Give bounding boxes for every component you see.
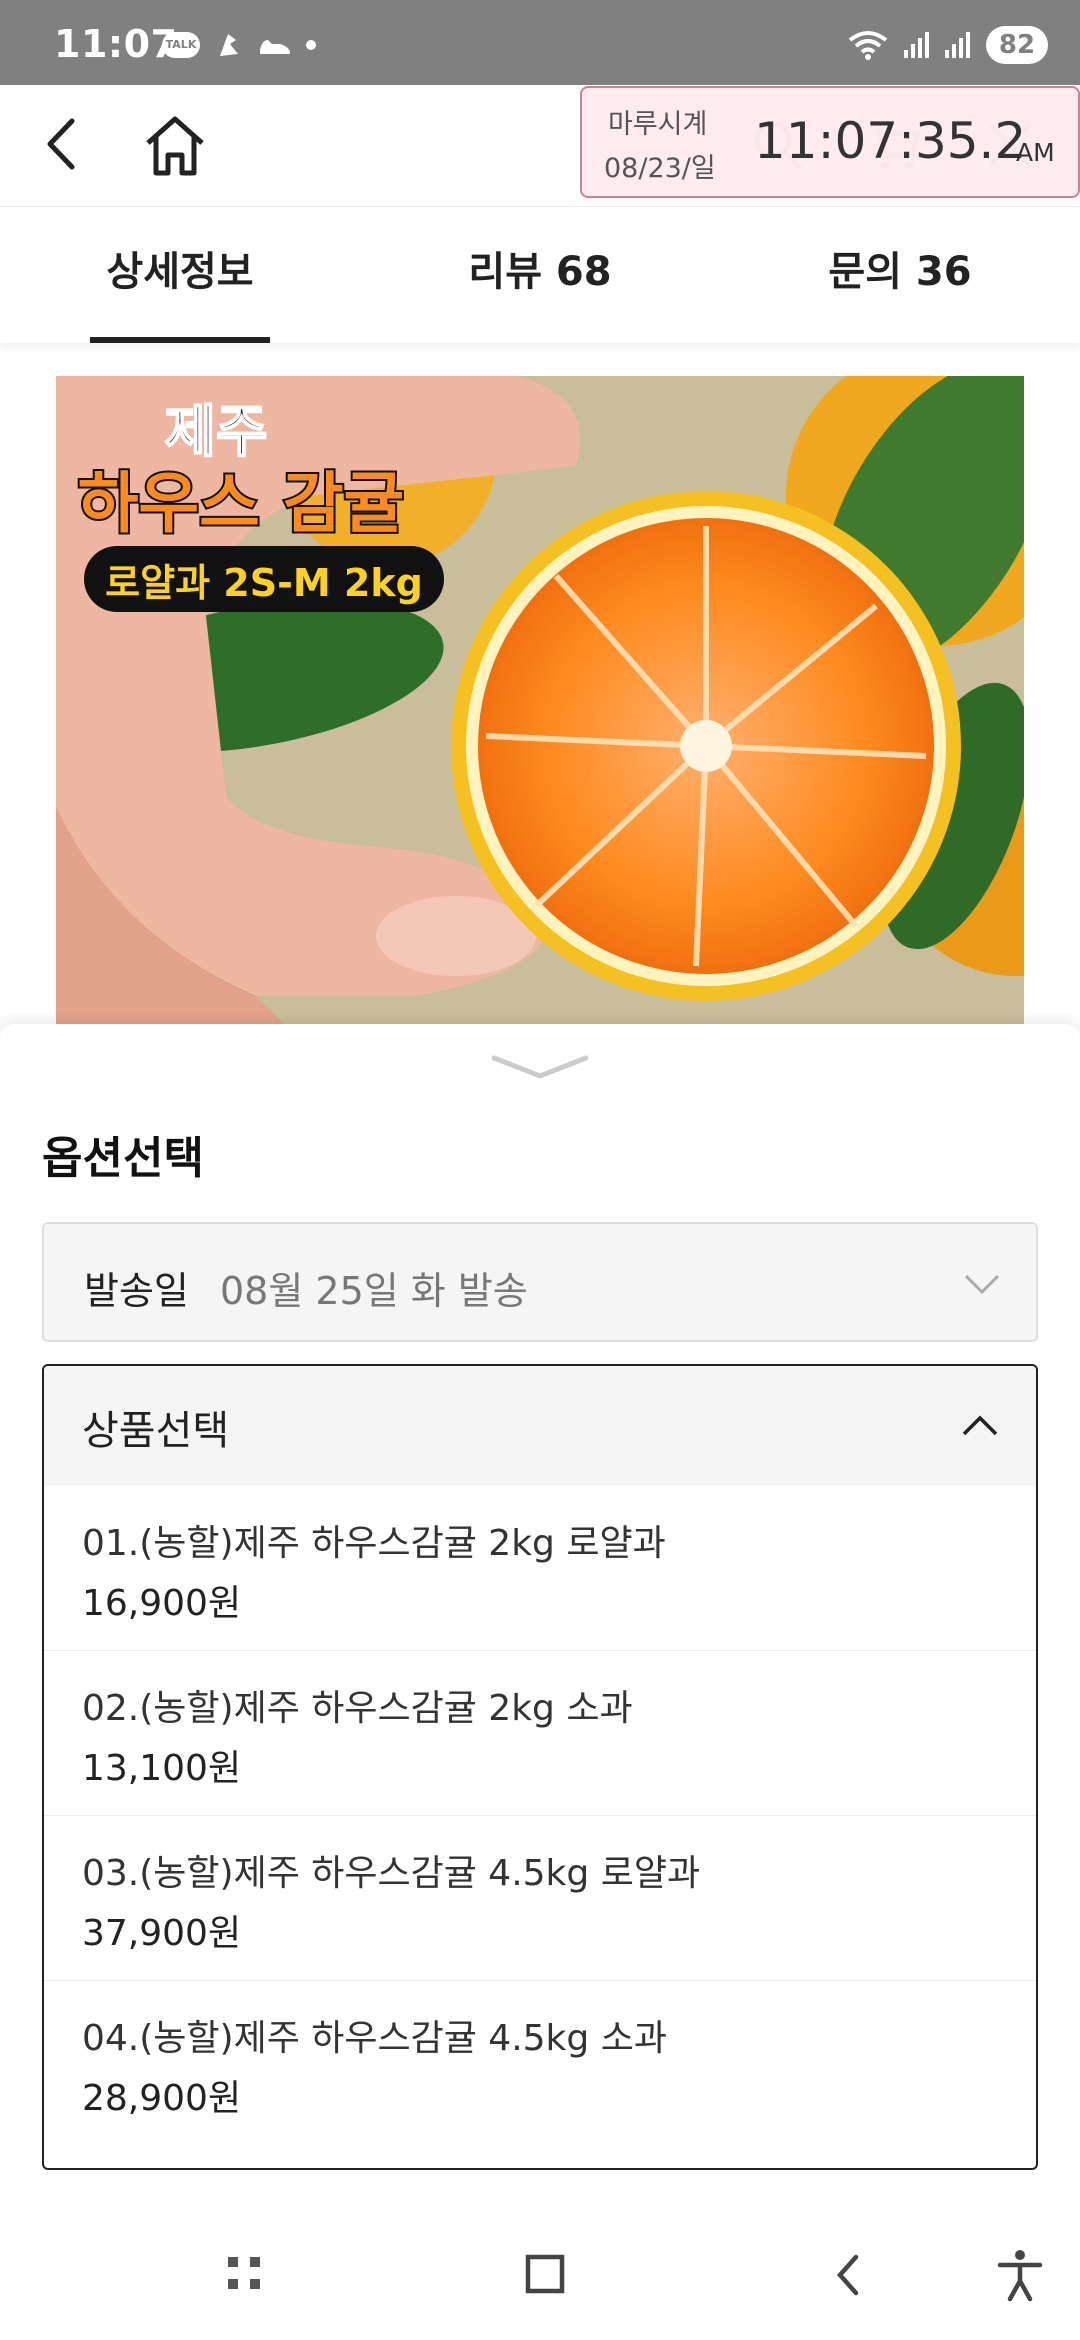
- clock-overlay[interactable]: 마루시계 08/23/일 11:07:35.2 AM: [580, 86, 1080, 198]
- option-title: 옵션선택: [42, 1133, 204, 1184]
- system-icons: 82: [848, 26, 1048, 64]
- back-icon[interactable]: [34, 109, 94, 179]
- product-select: 상품선택 01.(농할)제주 하우스감귤 2kg 로얄과 16,900원 02.…: [42, 1364, 1038, 2170]
- option-name: 04.(농할)제주 하우스감귤 4.5kg 소과: [82, 2018, 667, 2059]
- product-option[interactable]: 01.(농할)제주 하우스감귤 2kg 로얄과 16,900원: [44, 1486, 1036, 1651]
- product-select-header[interactable]: 상품선택: [44, 1366, 1036, 1486]
- image-title-top: 제주: [164, 400, 267, 465]
- clock-ampm: AM: [1016, 138, 1055, 167]
- signal-icon-2: [945, 32, 970, 58]
- image-title-main: 하우스 감귤: [78, 465, 405, 542]
- tab-detail-info[interactable]: 상세정보: [90, 207, 270, 343]
- notification-app-icon: [220, 34, 238, 56]
- system-nav-bar: [0, 2209, 1080, 2340]
- product-option[interactable]: 04.(농할)제주 하우스감귤 4.5kg 소과 28,900원: [44, 1981, 1036, 2146]
- recent-apps-icon[interactable]: [216, 2245, 276, 2305]
- home-icon[interactable]: [140, 113, 210, 179]
- ship-date-value: 08월 25일 화 발송: [220, 1269, 528, 1313]
- option-price: 28,900원: [82, 2078, 242, 2119]
- tab-reviews[interactable]: 리뷰 68: [440, 207, 640, 343]
- image-subtitle: 로얄과 2S-M 2kg: [105, 561, 423, 605]
- option-name: 01.(농할)제주 하우스감귤 2kg 로얄과: [82, 1523, 666, 1564]
- status-bar: 11:07 TALK 82: [0, 0, 1080, 85]
- clock-date: 08/23/일: [604, 153, 716, 184]
- signal-icon-1: [904, 32, 929, 58]
- accessibility-icon[interactable]: [990, 2245, 1050, 2305]
- option-name: 02.(농할)제주 하우스감귤 2kg 소과: [82, 1688, 633, 1729]
- notification-icons: TALK: [162, 30, 316, 60]
- wifi-icon: [848, 31, 888, 60]
- product-option[interactable]: 03.(농할)제주 하우스감귤 4.5kg 로얄과 37,900원: [44, 1816, 1036, 1981]
- product-select-label: 상품선택: [82, 1408, 230, 1454]
- back-nav-icon[interactable]: [818, 2245, 878, 2305]
- sheet-collapse-icon[interactable]: [490, 1052, 590, 1082]
- chevron-down-icon: [964, 1274, 1000, 1295]
- chevron-up-icon: [962, 1415, 998, 1436]
- product-option[interactable]: 02.(농할)제주 하우스감귤 2kg 소과 13,100원: [44, 1651, 1036, 1816]
- status-time: 11:07: [54, 22, 178, 66]
- tab-inquiries[interactable]: 문의 36: [800, 207, 1000, 343]
- ship-date-label: 발송일: [84, 1269, 189, 1313]
- product-image: 제주 하우스 감귤 로얄과 2S-M 2kg: [56, 376, 1024, 1026]
- option-name: 03.(농할)제주 하우스감귤 4.5kg 로얄과: [82, 1853, 701, 1894]
- option-price: 16,900원: [82, 1583, 242, 1624]
- battery-icon: 82: [986, 26, 1048, 64]
- product-photo: 제주 하우스 감귤 로얄과 2S-M 2kg: [56, 376, 1024, 1026]
- option-price: 13,100원: [82, 1748, 242, 1789]
- clock-app-label: 마루시계: [608, 109, 708, 140]
- more-notifications-dot: [306, 40, 316, 50]
- home-nav-icon[interactable]: [516, 2245, 576, 2305]
- ship-date-select[interactable]: 발송일 08월 25일 화 발송: [42, 1222, 1038, 1342]
- kakaotalk-icon: TALK: [162, 32, 200, 58]
- clock-time: 11:07:35.2: [754, 112, 1027, 170]
- option-price: 37,900원: [82, 1913, 242, 1954]
- detail-tabs: 상세정보 리뷰 68 문의 36: [0, 207, 1080, 343]
- shoe-icon: [260, 40, 290, 54]
- option-bottom-sheet: 옵션선택 발송일 08월 25일 화 발송 상품선택 01.(농할)제주 하우스…: [0, 1024, 1080, 2209]
